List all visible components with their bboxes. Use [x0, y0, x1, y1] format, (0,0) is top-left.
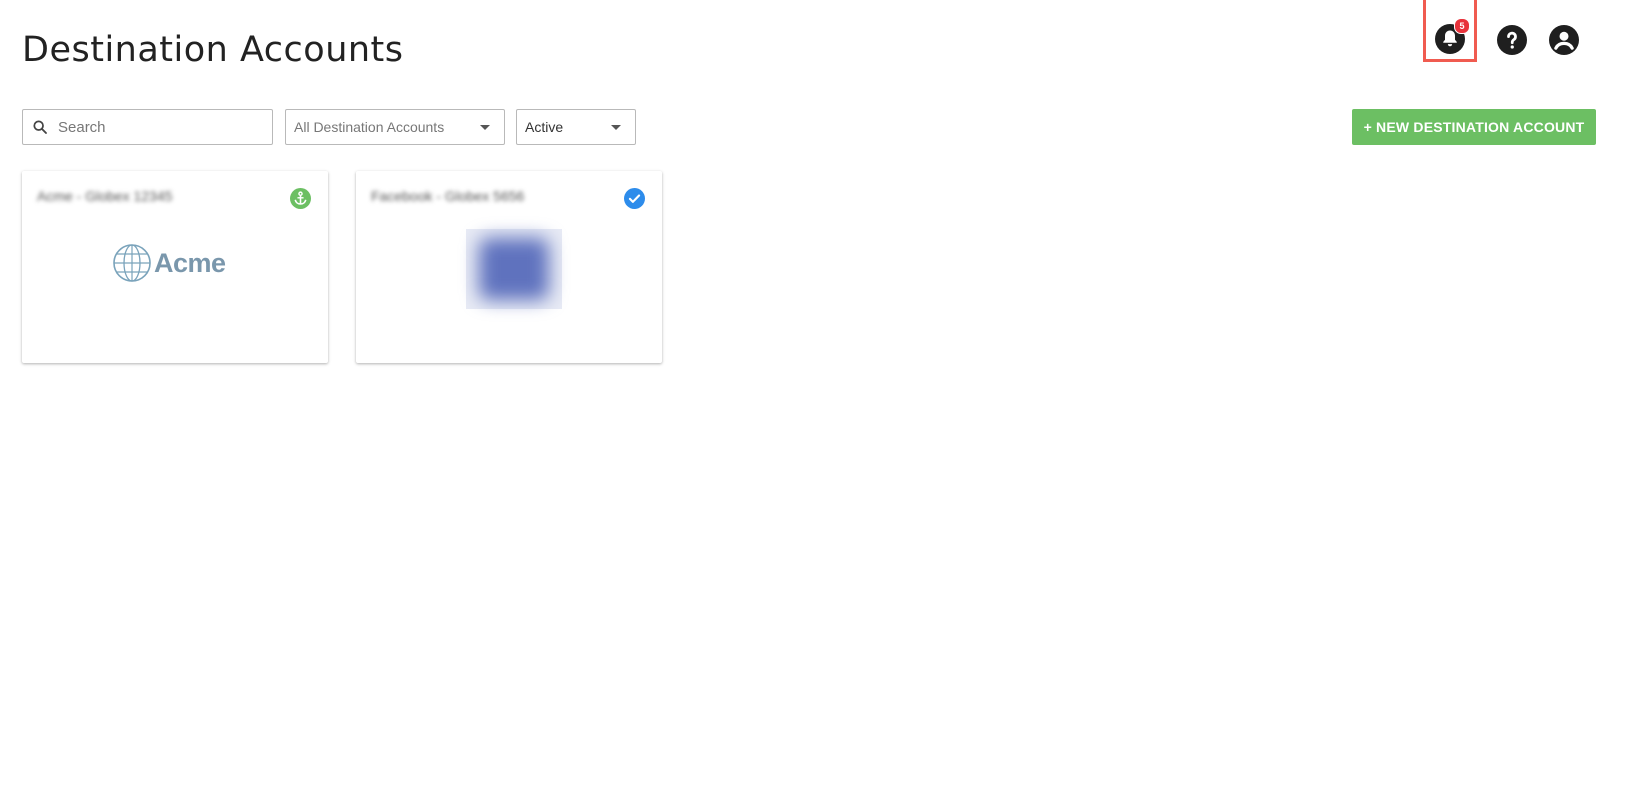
- account-cards: Acme - Globex 12345 Acme Facebook - Glob: [22, 171, 662, 363]
- account-icon: [1549, 25, 1579, 55]
- search-input[interactable]: [56, 117, 260, 137]
- account-card[interactable]: Acme - Globex 12345 Acme: [22, 171, 328, 363]
- toolbar: All Destination Accounts Active + NEW DE…: [22, 109, 1617, 145]
- notification-badge: 5: [1454, 18, 1470, 34]
- status-filter-select[interactable]: Active: [516, 109, 636, 145]
- new-destination-account-button[interactable]: + NEW DESTINATION ACCOUNT: [1352, 109, 1596, 145]
- accounts-filter-value: All Destination Accounts: [294, 119, 445, 135]
- account-button[interactable]: [1547, 23, 1581, 57]
- accounts-filter-select[interactable]: All Destination Accounts: [285, 109, 505, 145]
- chevron-down-icon: [480, 125, 490, 130]
- status-filter-value: Active: [525, 119, 564, 135]
- blurred-logo: [466, 229, 562, 309]
- blurred-logo-image: [479, 238, 549, 300]
- page-title: Destination Accounts: [22, 30, 404, 70]
- chevron-down-icon: [611, 125, 621, 130]
- header-icons: 5: [1423, 0, 1581, 62]
- search-icon: [33, 120, 47, 134]
- globe-icon: [113, 244, 151, 282]
- acme-logo: Acme: [112, 243, 226, 283]
- help-icon: [1497, 25, 1527, 55]
- check-circle-icon: [624, 188, 645, 209]
- search-box[interactable]: [22, 109, 273, 145]
- card-title: Facebook - Globex 5656: [371, 188, 525, 204]
- account-card[interactable]: Facebook - Globex 5656: [356, 171, 662, 363]
- help-button[interactable]: [1495, 23, 1529, 57]
- notifications-highlight[interactable]: 5: [1423, 0, 1477, 62]
- card-title: Acme - Globex 12345: [37, 188, 173, 204]
- anchor-icon: [290, 188, 311, 209]
- page: Destination Accounts 5 Search All Destin…: [0, 0, 1639, 786]
- acme-logo-text: Acme: [154, 247, 226, 278]
